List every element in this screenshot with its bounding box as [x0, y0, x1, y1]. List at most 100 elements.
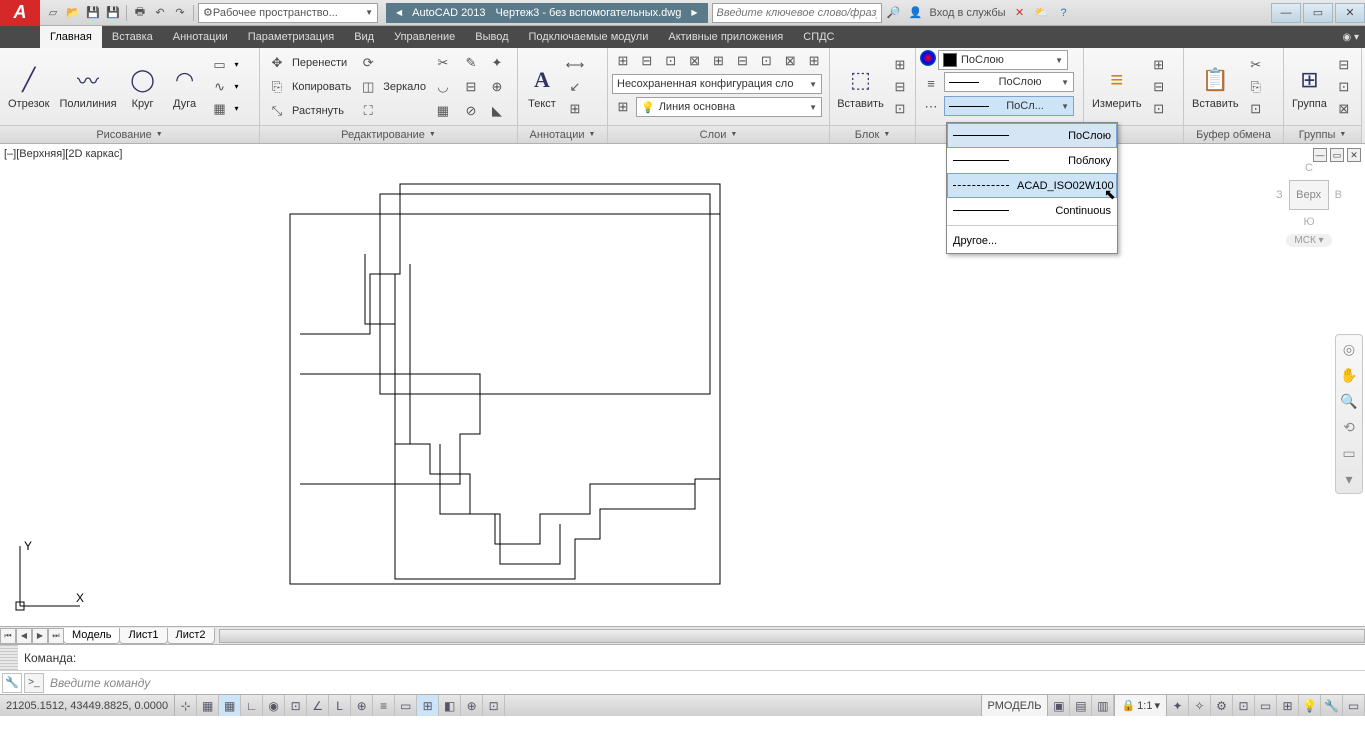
- layout-prev-icon[interactable]: ◀: [16, 628, 32, 644]
- layer-icon9[interactable]: ⊞: [803, 50, 825, 72]
- ribbon-collapse[interactable]: ◉ ▾: [1342, 26, 1365, 48]
- line-button[interactable]: ╱ Отрезок: [4, 62, 53, 112]
- sb-r1-icon[interactable]: ▣: [1048, 695, 1070, 716]
- rect-icon[interactable]: ▭: [209, 54, 231, 76]
- text-button[interactable]: A Текст: [522, 62, 562, 112]
- layout-tab-2[interactable]: Лист2: [167, 628, 215, 644]
- lweight-icon[interactable]: ≡: [920, 72, 942, 94]
- layerstate-icon[interactable]: ⊞: [612, 50, 634, 72]
- wcs-badge[interactable]: МСК ▾: [1286, 234, 1331, 247]
- layer-props-icon[interactable]: ⊞: [612, 96, 634, 118]
- sb-dyn-icon[interactable]: ⊕: [351, 695, 373, 716]
- tab-activeapps[interactable]: Активные приложения: [658, 26, 793, 48]
- sb-r4-icon[interactable]: ✦: [1167, 695, 1189, 716]
- doc-close-icon[interactable]: ✕: [1347, 148, 1361, 162]
- nav-pan-icon[interactable]: ✋: [1339, 365, 1359, 385]
- join-icon[interactable]: ⊕: [486, 76, 508, 98]
- leader-icon[interactable]: ↙: [564, 76, 586, 98]
- sb-ortho-icon[interactable]: ▦: [219, 695, 241, 716]
- lweight-combo[interactable]: ПоСлою▼: [944, 72, 1074, 92]
- tab-insert[interactable]: Вставка: [102, 26, 163, 48]
- qat-new-icon[interactable]: ▱: [44, 4, 62, 22]
- sb-r12-icon[interactable]: ▭: [1343, 695, 1365, 716]
- tab-spds[interactable]: СПДС: [793, 26, 844, 48]
- app-menu-button[interactable]: A: [0, 0, 40, 26]
- sb-extra-icon[interactable]: ⊡: [483, 695, 505, 716]
- sb-osnap-icon[interactable]: ◉: [263, 695, 285, 716]
- erase-icon[interactable]: ✎: [460, 52, 482, 74]
- coordinates[interactable]: 21205.1512, 43449.8825, 0.0000: [0, 695, 175, 716]
- infocenter-search[interactable]: [712, 3, 882, 23]
- ungroup-icon[interactable]: ⊟: [1333, 54, 1355, 76]
- doc-min-icon[interactable]: —: [1313, 148, 1327, 162]
- polyline-button[interactable]: 〰 Полилиния: [55, 62, 120, 112]
- sb-r9-icon[interactable]: ⊞: [1277, 695, 1299, 716]
- group-icon3[interactable]: ⊠: [1333, 98, 1355, 120]
- layer-icon3[interactable]: ⊡: [660, 50, 682, 72]
- layer-icon6[interactable]: ⊟: [731, 50, 753, 72]
- sb-r10-icon[interactable]: 💡: [1299, 695, 1321, 716]
- fillet-icon[interactable]: ◡: [432, 76, 454, 98]
- cmd-drag-handle[interactable]: [0, 645, 18, 670]
- linetype-combo[interactable]: ПоСл...▼: [944, 96, 1074, 116]
- nav-orbit-icon[interactable]: ⟲: [1339, 417, 1359, 437]
- exchange-icon[interactable]: ✕: [1012, 5, 1028, 21]
- layout-last-icon[interactable]: ⏭: [48, 628, 64, 644]
- sb-sc-icon[interactable]: ◧: [439, 695, 461, 716]
- rotate-button[interactable]: ⟳: [355, 52, 428, 74]
- doc-max-icon[interactable]: ▭: [1330, 148, 1344, 162]
- tab-home[interactable]: Главная: [40, 26, 102, 48]
- dim-icon[interactable]: ⟷: [564, 54, 586, 76]
- layout-tab-model[interactable]: Модель: [63, 628, 120, 644]
- sb-r3-icon[interactable]: ▥: [1092, 695, 1114, 716]
- cmd-settings-icon[interactable]: 🔧: [2, 673, 22, 693]
- layer-icon8[interactable]: ⊠: [779, 50, 801, 72]
- dd-other[interactable]: Другое...: [947, 228, 1117, 253]
- nav-more-icon[interactable]: ▾: [1339, 469, 1359, 489]
- copy-button[interactable]: ⎘Копировать: [264, 76, 353, 98]
- sb-otrack-icon[interactable]: ∠: [307, 695, 329, 716]
- chamfer-icon[interactable]: ◣: [486, 100, 508, 122]
- layer-icon5[interactable]: ⊞: [708, 50, 730, 72]
- help-icon[interactable]: ?: [1056, 5, 1072, 21]
- util-icon2[interactable]: ⊟: [1148, 76, 1170, 98]
- tab-manage[interactable]: Управление: [384, 26, 465, 48]
- sb-r7-icon[interactable]: ⊡: [1233, 695, 1255, 716]
- util-icon3[interactable]: ⊡: [1148, 98, 1170, 120]
- dd-byblock[interactable]: Поблоку: [947, 148, 1117, 173]
- matchprop-icon[interactable]: [920, 50, 936, 66]
- sb-am-icon[interactable]: ⊕: [461, 695, 483, 716]
- util-icon1[interactable]: ⊞: [1148, 54, 1170, 76]
- panel-block-title[interactable]: Блок▼: [830, 125, 915, 143]
- panel-group-title[interactable]: Группы▼: [1284, 125, 1361, 143]
- move-button[interactable]: ✥Перенести: [264, 52, 353, 74]
- measure-button[interactable]: ≡ Измерить: [1088, 62, 1146, 112]
- explode-icon[interactable]: ✦: [486, 52, 508, 74]
- cut-icon[interactable]: ✂: [1245, 54, 1267, 76]
- layout-next-icon[interactable]: ▶: [32, 628, 48, 644]
- tab-output[interactable]: Вывод: [465, 26, 518, 48]
- sb-tpy-icon[interactable]: ▭: [395, 695, 417, 716]
- cloud-icon[interactable]: ⛅: [1034, 5, 1050, 21]
- dd-continuous[interactable]: Continuous: [947, 198, 1117, 223]
- trim-icon[interactable]: ✂: [432, 52, 454, 74]
- signin-label[interactable]: Вход в службы: [930, 7, 1006, 19]
- sb-lwt-icon[interactable]: ≡: [373, 695, 395, 716]
- maximize-button[interactable]: ▭: [1303, 3, 1333, 23]
- play-icon[interactable]: ▶: [691, 8, 697, 17]
- mirror-button[interactable]: ◫Зеркало: [355, 76, 428, 98]
- clip-icon3[interactable]: ⊡: [1245, 98, 1267, 120]
- color-combo[interactable]: ПоСлою▼: [938, 50, 1068, 70]
- viewcube[interactable]: С З Верх В Ю МСК ▾: [1269, 162, 1349, 282]
- tab-view[interactable]: Вид: [344, 26, 384, 48]
- table-icon[interactable]: ⊞: [564, 98, 586, 120]
- sb-r11-icon[interactable]: 🔧: [1321, 695, 1343, 716]
- dd-bylayer[interactable]: ПоСлою: [947, 123, 1117, 148]
- hatch-icon[interactable]: ▦: [209, 98, 231, 120]
- ltype-icon[interactable]: ⋯: [920, 96, 942, 118]
- offset-icon[interactable]: ⊟: [460, 76, 482, 98]
- block-icon1[interactable]: ⊞: [889, 54, 911, 76]
- spline-icon[interactable]: ∿: [209, 76, 231, 98]
- paste-button[interactable]: 📋 Вставить: [1188, 62, 1243, 112]
- tab-parametric[interactable]: Параметризация: [238, 26, 344, 48]
